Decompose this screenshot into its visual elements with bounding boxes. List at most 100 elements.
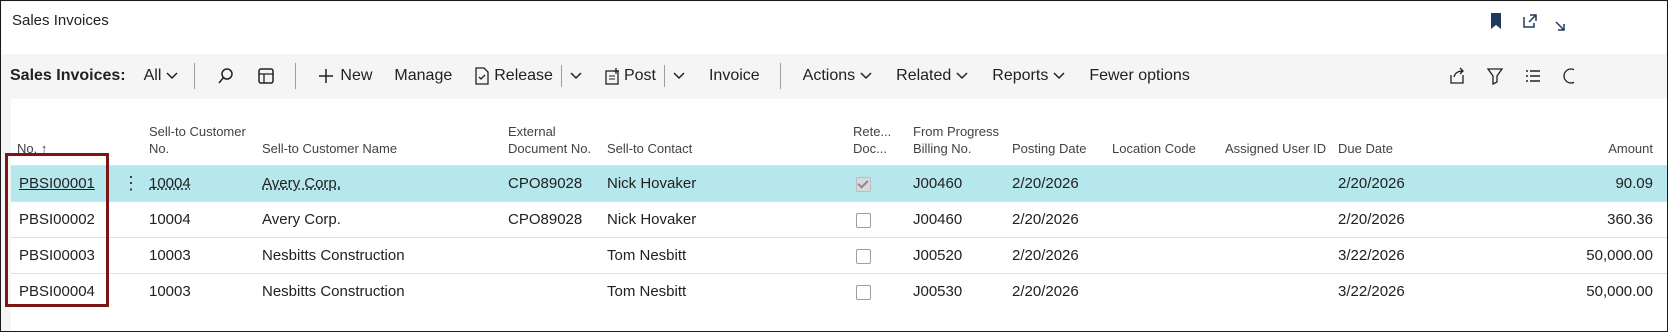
reports-menu[interactable]: Reports	[988, 61, 1069, 91]
actions-label: Actions	[802, 67, 856, 84]
list-view-button[interactable]	[1520, 61, 1546, 91]
table-row[interactable]: PBSI00004 10003 Nesbitts Construction To…	[11, 273, 1667, 309]
chevron-down-icon	[673, 72, 685, 80]
cell-assigned-user	[1225, 273, 1338, 309]
filter-icon	[1486, 68, 1504, 85]
retention-checkbox[interactable]	[856, 284, 871, 300]
cell-contact: Nick Hovaker	[607, 165, 853, 202]
release-label: Release	[494, 67, 553, 84]
action-bar: Sales Invoices: All New Manage Release P…	[2, 55, 1666, 97]
retention-checkbox[interactable]	[856, 248, 871, 264]
cell-customer-name: Avery Corp.	[262, 165, 508, 202]
cell-no[interactable]: PBSI00004	[11, 273, 113, 309]
cell-location	[1112, 165, 1225, 202]
col-header-location-code[interactable]: Location Code	[1112, 99, 1225, 166]
cell-progress-billing: J00530	[913, 273, 1012, 309]
invoice-menu[interactable]: Invoice	[705, 61, 764, 91]
invoice-table: No. ↑ Sell-to Customer No. Sell-to Custo…	[11, 99, 1667, 309]
bookmark-icon[interactable]	[1486, 11, 1506, 31]
cell-no[interactable]: PBSI00003	[11, 237, 113, 274]
cell-posting-date: 2/20/2026	[1012, 237, 1112, 274]
retention-checkbox[interactable]	[856, 212, 871, 228]
cell-assigned-user	[1225, 201, 1338, 238]
cell-ext-doc	[508, 237, 607, 274]
chevron-down-icon	[570, 72, 582, 80]
share-button[interactable]	[1444, 61, 1470, 91]
cell-no[interactable]: PBSI00002	[11, 201, 113, 238]
invoice-no-link[interactable]: PBSI00001	[19, 175, 95, 192]
cell-assigned-user	[1225, 165, 1338, 202]
cell-customer-no: 10004	[149, 201, 262, 238]
cell-progress-billing: J00460	[913, 201, 1012, 238]
cell-progress-billing: J00460	[913, 165, 1012, 202]
table-row[interactable]: PBSI00002 10004 Avery Corp. CPO89028 Nic…	[11, 201, 1667, 238]
plus-icon	[319, 69, 334, 83]
cell-contact: Tom Nesbitt	[607, 237, 853, 274]
col-header-posting-date[interactable]: Posting Date	[1012, 99, 1112, 166]
release-button[interactable]: Release	[470, 61, 557, 91]
cell-progress-billing: J00520	[913, 237, 1012, 274]
customer-name-link[interactable]: Avery Corp.	[262, 175, 341, 192]
new-button[interactable]: New	[314, 61, 376, 91]
col-header-assigned-user-id[interactable]: Assigned User ID	[1225, 99, 1338, 166]
cell-retention	[853, 273, 913, 309]
analysis-mode-button[interactable]	[253, 61, 279, 91]
related-menu[interactable]: Related	[892, 61, 972, 91]
list-icon	[1526, 70, 1540, 82]
release-dropdown[interactable]	[566, 61, 586, 91]
col-header-no[interactable]: No. ↑	[11, 99, 113, 166]
cell-location	[1112, 237, 1225, 274]
cell-contact: Nick Hovaker	[607, 201, 853, 238]
cell-amount: 360.36	[1448, 201, 1667, 238]
cell-assigned-user	[1225, 237, 1338, 274]
col-header-from-progress-billing-no[interactable]: From Progress Billing No.	[913, 99, 1012, 166]
col-header-sell-to-customer-name[interactable]: Sell-to Customer Name	[262, 99, 508, 166]
release-document-icon	[475, 67, 489, 85]
toolbar-separator	[194, 63, 196, 89]
fewer-options-button[interactable]: Fewer options	[1085, 61, 1194, 91]
post-dropdown[interactable]	[669, 61, 689, 91]
col-header-sell-to-contact[interactable]: Sell-to Contact	[607, 99, 853, 166]
more-button[interactable]	[1556, 61, 1578, 91]
col-header-due-date[interactable]: Due Date	[1338, 99, 1448, 166]
col-header-retention-doc[interactable]: Rete... Doc...	[853, 99, 913, 166]
cell-customer-name: Nesbitts Construction	[262, 237, 508, 274]
search-button[interactable]	[213, 61, 239, 91]
cell-amount: 90.09	[1448, 165, 1667, 202]
popout-icon[interactable]	[1520, 11, 1540, 31]
collapse-icon[interactable]	[1554, 14, 1574, 34]
col-header-amount[interactable]: Amount	[1448, 99, 1667, 166]
split-separator	[560, 65, 562, 87]
reports-label: Reports	[992, 67, 1049, 84]
post-button[interactable]: Post	[600, 61, 660, 91]
cell-retention	[853, 237, 913, 274]
chevron-down-icon	[956, 72, 968, 80]
cell-due-date: 2/20/2026	[1338, 165, 1448, 202]
post-label: Post	[623, 67, 656, 84]
toolbar-separator	[779, 63, 781, 89]
title-bar: Sales Invoices	[2, 2, 1666, 54]
cell-due-date: 2/20/2026	[1338, 201, 1448, 238]
view-filter-dropdown[interactable]: All	[140, 61, 183, 91]
page-caption: Sales Invoices:	[10, 67, 126, 84]
cell-due-date: 3/22/2026	[1338, 237, 1448, 274]
cell-ext-doc	[508, 273, 607, 309]
share-icon	[1450, 67, 1464, 84]
manage-menu[interactable]: Manage	[390, 61, 456, 91]
row-menu-button[interactable]: ⋮	[113, 165, 149, 202]
split-separator	[663, 65, 665, 87]
table-row[interactable]: PBSI00001 ⋮ 10004 Avery Corp. CPO89028 N…	[11, 165, 1667, 202]
actions-menu[interactable]: Actions	[799, 61, 876, 91]
col-header-external-document-no[interactable]: External Document No.	[508, 99, 607, 166]
cell-customer-no: 10003	[149, 273, 262, 309]
retention-checkbox[interactable]	[856, 176, 871, 192]
cell-customer-name: Nesbitts Construction	[262, 273, 508, 309]
row-menu-spacer	[113, 201, 149, 238]
cell-no[interactable]: PBSI00001	[11, 165, 113, 202]
invoice-list: No. ↑ Sell-to Customer No. Sell-to Custo…	[11, 99, 1667, 331]
filter-button[interactable]	[1482, 61, 1508, 91]
cell-posting-date: 2/20/2026	[1012, 273, 1112, 309]
table-row[interactable]: PBSI00003 10003 Nesbitts Construction To…	[11, 237, 1667, 274]
col-header-sell-to-customer-no[interactable]: Sell-to Customer No.	[149, 99, 262, 166]
customer-no-link[interactable]: 10004	[149, 175, 191, 192]
